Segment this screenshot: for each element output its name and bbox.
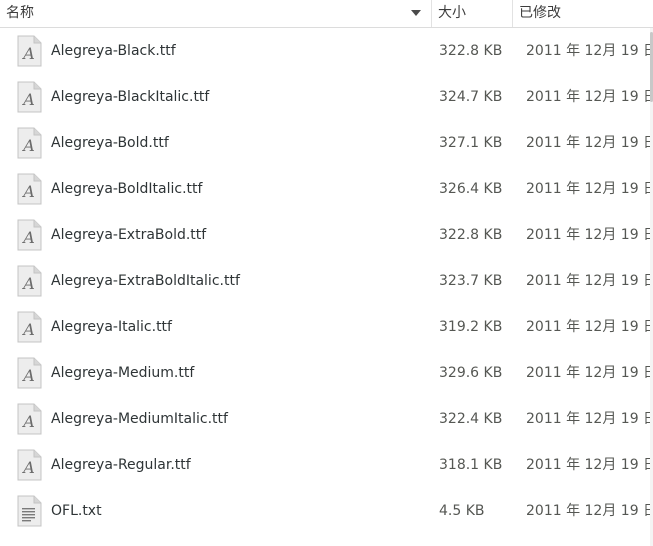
font-file-icon: A [17,219,42,251]
font-file-icon: A [17,35,42,67]
column-header-bar: 名称 大小 已修改 [0,0,653,28]
svg-text:A: A [21,136,35,155]
file-row[interactable]: A Alegreya-ExtraBoldItalic.ttf 323.7 KB 201… [0,258,653,304]
file-modified-date: 2011 年 12月 19 日 [526,135,653,151]
font-file-icon: A [17,449,42,481]
file-row[interactable]: OFL.txt 4.5 KB 2011 年 12月 19 日 [0,488,653,534]
file-name: Alegreya-ExtraBold.ttf [51,227,207,243]
file-name: Alegreya-Bold.ttf [51,135,169,151]
file-name: Alegreya-Italic.ttf [51,319,172,335]
svg-text:A: A [21,90,35,109]
file-size: 319.2 KB [439,319,503,335]
file-row[interactable]: A Alegreya-Italic.ttf 319.2 KB 2011 年 12月 1… [0,304,653,350]
svg-text:A: A [21,44,35,63]
file-modified-date: 2011 年 12月 19 日 [526,319,653,335]
file-size: 318.1 KB [439,457,503,473]
file-modified-date: 2011 年 12月 19 日 [526,43,653,59]
file-row[interactable]: A Alegreya-Medium.ttf 329.6 KB 2011 年 12月 1… [0,350,653,396]
file-row[interactable]: A Alegreya-ExtraBold.ttf 322.8 KB 2011 年 12… [0,212,653,258]
file-list-view: 名称 大小 已修改 A Alegreya-Black.ttf 322.8 KB 201… [0,0,653,546]
text-file-icon [17,495,42,527]
file-size: 324.7 KB [439,89,503,105]
column-header-size[interactable]: 大小 [431,0,512,27]
column-header-name[interactable]: 名称 [0,0,431,27]
svg-text:A: A [21,182,35,201]
file-name: Alegreya-BlackItalic.ttf [51,89,210,105]
file-row[interactable]: A Alegreya-BoldItalic.ttf 326.4 KB 2011 年 1… [0,166,653,212]
svg-text:A: A [21,228,35,247]
file-size: 326.4 KB [439,181,503,197]
file-modified-date: 2011 年 12月 19 日 [526,181,653,197]
file-modified-date: 2011 年 12月 19 日 [526,457,653,473]
file-name: OFL.txt [51,503,102,519]
file-modified-date: 2011 年 12月 19 日 [526,273,653,289]
file-size: 322.4 KB [439,411,503,427]
file-name: Alegreya-MediumItalic.ttf [51,411,228,427]
file-modified-date: 2011 年 12月 19 日 [526,365,653,381]
file-name: Alegreya-ExtraBoldItalic.ttf [51,273,240,289]
font-file-icon: A [17,127,42,159]
file-row[interactable]: A Alegreya-Bold.ttf 327.1 KB 2011 年 12月 19 … [0,120,653,166]
font-file-icon: A [17,81,42,113]
font-file-icon: A [17,265,42,297]
file-row[interactable]: A Alegreya-Black.ttf 322.8 KB 2011 年 12月 19… [0,28,653,74]
svg-text:A: A [21,320,35,339]
file-modified-date: 2011 年 12月 19 日 [526,227,653,243]
file-row[interactable]: A Alegreya-Regular.ttf 318.1 KB 2011 年 12月 … [0,442,653,488]
file-name: Alegreya-Medium.ttf [51,365,195,381]
font-file-icon: A [17,173,42,205]
column-header-modified[interactable]: 已修改 [512,0,653,27]
file-modified-date: 2011 年 12月 19 日 [526,503,653,519]
font-file-icon: A [17,357,42,389]
file-size: 323.7 KB [439,273,503,289]
file-name: Alegreya-Black.ttf [51,43,176,59]
file-size: 4.5 KB [439,503,485,519]
file-modified-date: 2011 年 12月 19 日 [526,411,653,427]
file-size: 322.8 KB [439,227,503,243]
svg-text:A: A [21,458,35,477]
file-name: Alegreya-Regular.ttf [51,457,191,473]
file-modified-date: 2011 年 12月 19 日 [526,89,653,105]
svg-text:A: A [21,412,35,431]
file-row[interactable]: A Alegreya-MediumItalic.ttf 322.4 KB 2011 年… [0,396,653,442]
file-row[interactable]: A Alegreya-BlackItalic.ttf 324.7 KB 2011 年 … [0,74,653,120]
svg-text:A: A [21,366,35,385]
file-name: Alegreya-BoldItalic.ttf [51,181,203,197]
file-size: 327.1 KB [439,135,503,151]
svg-text:A: A [21,274,35,293]
file-size: 329.6 KB [439,365,503,381]
sort-descending-icon[interactable] [411,10,421,16]
file-size: 322.8 KB [439,43,503,59]
font-file-icon: A [17,403,42,435]
font-file-icon: A [17,311,42,343]
